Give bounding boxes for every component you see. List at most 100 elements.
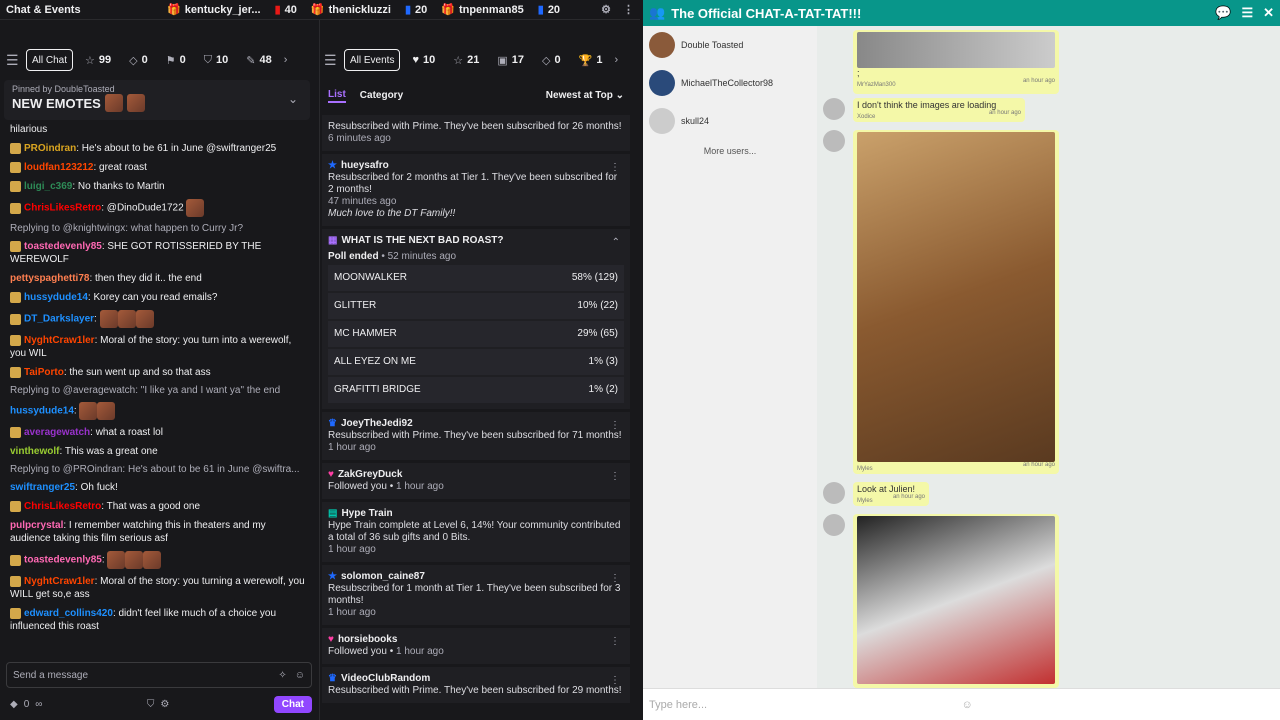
leader-3-count: ▮ 20 — [537, 3, 561, 17]
avatar — [823, 130, 845, 152]
chevron-right-icon[interactable]: › — [284, 54, 288, 66]
badge-icon — [10, 366, 21, 378]
kebab-icon[interactable]: ⋮ — [610, 162, 620, 174]
emoji-icon[interactable]: ☺ — [962, 699, 1275, 711]
chat-footer: ◆ 0 ∞ ⛉ ⚙ Chat — [10, 694, 312, 714]
chat-message: pettyspaghetti78: then they did it.. the… — [10, 273, 202, 284]
bits-icon[interactable]: ✧ — [278, 670, 286, 681]
all-chat-button[interactable]: All Chat — [26, 49, 74, 71]
events-list: List Category Newest at Top ⌄ Resubscrib… — [322, 80, 630, 706]
reply-context[interactable]: Replying to @averagewatch: "I like ya an… — [4, 382, 314, 399]
emote-icon — [126, 94, 145, 112]
chat-message: TaiPorto: the sun went up and so that as… — [4, 363, 314, 382]
emote-icon — [143, 551, 162, 569]
close-icon[interactable]: ✕ — [1263, 5, 1274, 21]
badge-icon — [10, 313, 21, 325]
gift-count[interactable]: ▣ 17 — [491, 54, 530, 67]
menu-icon[interactable]: ☰ — [6, 52, 20, 69]
bits-icon: ▮ — [274, 4, 281, 16]
emote-icon — [107, 551, 126, 569]
kebab-icon[interactable]: ⋮ — [610, 636, 620, 648]
image-message — [853, 514, 1059, 688]
poll-option: GRAFITTI BRIDGE 1% (2) — [328, 377, 624, 403]
more-icon[interactable]: ⋮ — [623, 3, 634, 16]
shield-count[interactable]: ⛉ 10 — [198, 54, 235, 67]
users-icon[interactable]: 👥 — [649, 5, 665, 21]
reply-context[interactable]: Replying to @knightwingx: what happen to… — [4, 220, 314, 237]
header-tools: 💬 ☰ ✕ — [1215, 5, 1274, 21]
crown-icon: ♛ — [328, 673, 337, 684]
chat-filter-row: ☰ All Chat ☆ 99 ◇ 0 ⚑ 0 ⛉ 10 ✎ 48 › — [6, 48, 287, 72]
panel-divider[interactable] — [319, 20, 320, 720]
chat-message: hussydude14: — [4, 399, 314, 423]
events-filter-row: ☰ All Events ♥ 10 ☆ 21 ▣ 17 ◇ 0 🏆 1 › — [324, 48, 618, 72]
chat-message: PROindran: He's about to be 61 in June @… — [4, 139, 314, 158]
shield-icon: ⛉ — [203, 53, 212, 66]
rocket-count[interactable]: ⚑ 0 — [160, 54, 192, 67]
leader-1[interactable]: 🎁 kentucky_jer... — [167, 3, 261, 17]
star-icon: ☆ — [85, 54, 95, 67]
sort-dropdown[interactable]: Newest at Top ⌄ — [546, 90, 624, 102]
avatar — [823, 98, 845, 120]
tab-list[interactable]: List — [328, 89, 346, 103]
trophy-count[interactable]: 🏆 1 — [573, 54, 609, 67]
chat-message: ChrisLikesRetro: That was a good one — [4, 497, 314, 516]
star-count[interactable]: ☆ 21 — [447, 54, 485, 67]
more-users-link[interactable]: More users... — [643, 140, 817, 162]
message-image[interactable] — [857, 516, 1055, 684]
chat-message: luigi_c369: No thanks to Martin — [4, 177, 314, 196]
chat-message: ChrisLikesRetro: @DinoDude1722 — [4, 196, 314, 220]
chat-message: toastedevenly85: — [4, 548, 314, 572]
menu-icon[interactable]: ☰ — [1241, 5, 1253, 21]
channel-points-icon[interactable]: ◆ — [10, 699, 18, 710]
infinity-icon: ∞ — [35, 698, 43, 710]
message-image[interactable] — [857, 32, 1055, 68]
bits-count[interactable]: ◇ 0 — [123, 54, 154, 67]
kebab-icon[interactable]: ⋮ — [610, 420, 620, 432]
window-title: Chat & Events — [6, 3, 81, 16]
user-item[interactable]: skull24 — [643, 102, 817, 140]
reply-context[interactable]: Replying to @PROindran: He's about to be… — [4, 461, 314, 478]
menu-icon[interactable]: ☰ — [324, 52, 338, 69]
pinned-label: Pinned by DoubleToasted — [12, 84, 115, 94]
user-settings-icon[interactable]: ⚙ — [601, 3, 611, 16]
user-item[interactable]: Double Toasted — [643, 26, 817, 64]
settings-icon[interactable]: ⚙ — [160, 699, 169, 710]
leader-2[interactable]: 🎁 thenickluzzi — [311, 3, 391, 17]
badge-icon — [10, 161, 21, 173]
kebab-icon[interactable]: ⋮ — [610, 675, 620, 687]
type-input[interactable]: Type here... ☺ — [643, 688, 1280, 720]
events-header: List Category Newest at Top ⌄ — [322, 80, 630, 112]
leader-3[interactable]: 🎁 tnpenman85 — [441, 3, 524, 17]
heart-icon: ♥ — [328, 469, 334, 480]
rocket-icon: ⚑ — [165, 54, 176, 67]
pinned-message[interactable]: Pinned by DoubleToasted NEW EMOTES ⌄ — [4, 80, 310, 120]
heart-count[interactable]: ♥ 10 — [406, 54, 441, 66]
kebab-icon[interactable]: ⋮ — [610, 471, 620, 483]
message-input[interactable]: Send a message ✧ ☺ — [6, 662, 312, 688]
all-events-button[interactable]: All Events — [344, 49, 401, 71]
pencil-count[interactable]: ✎ 48 — [240, 54, 277, 67]
star-count[interactable]: ☆ 99 — [79, 54, 117, 67]
chevron-down-icon[interactable]: ⌄ — [288, 92, 298, 106]
message-feed: ; MrYazMan300 an hour ago I don't think t… — [817, 26, 1280, 688]
leader-1-count: ▮ 40 — [274, 3, 297, 17]
gift-icon: 🎁 — [441, 4, 455, 16]
message-image[interactable] — [857, 132, 1055, 462]
bits-count[interactable]: ◇ 0 — [536, 54, 567, 67]
chat-button[interactable]: Chat — [273, 695, 312, 713]
emote-icon — [104, 94, 123, 112]
chevron-right-icon[interactable]: › — [614, 54, 618, 66]
avatar — [823, 514, 845, 536]
chevron-up-icon[interactable]: ⌃ — [612, 237, 620, 249]
emote-icon — [97, 402, 116, 420]
badge-icon — [10, 334, 21, 346]
tab-category[interactable]: Category — [360, 90, 403, 102]
event-card: ♛ VideoClubRandom ⋮ Resubscribed with Pri… — [322, 667, 630, 703]
user-item[interactable]: MichaelTheCollector98 — [643, 64, 817, 102]
emote-picker-icon[interactable]: ☺ — [295, 670, 305, 681]
kebab-icon[interactable]: ⋮ — [610, 573, 620, 585]
shield-icon[interactable]: ⛉ — [147, 699, 155, 710]
emote-icon — [186, 199, 205, 217]
chat-bubble-icon[interactable]: 💬 — [1215, 5, 1231, 21]
